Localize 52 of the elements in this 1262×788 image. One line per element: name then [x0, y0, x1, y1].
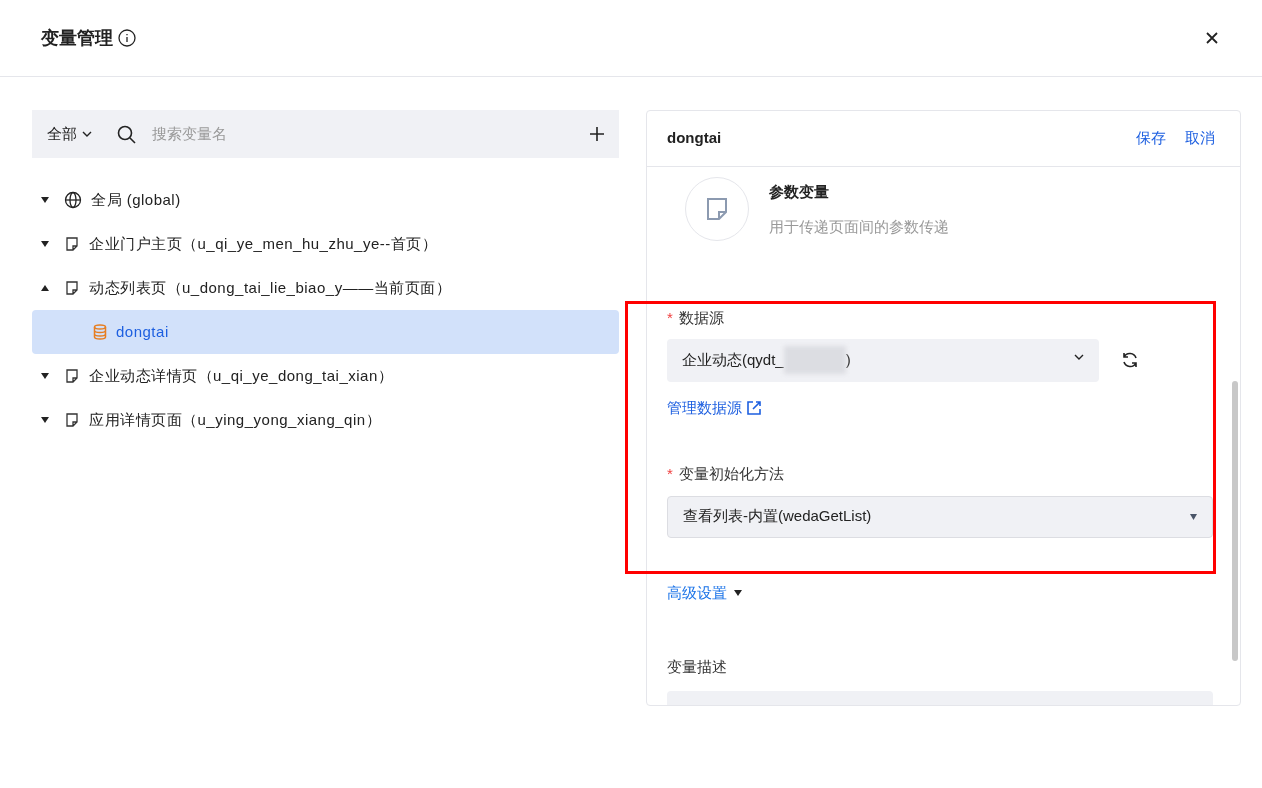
page-icon — [64, 368, 80, 384]
manage-datasource-link[interactable]: 管理数据源 — [667, 396, 762, 419]
type-description: 用于传递页面间的参数传递 — [769, 216, 949, 237]
action-link[interactable]: 保存 — [1136, 127, 1166, 150]
tree-item-label: dongtai — [116, 321, 169, 342]
info-icon[interactable] — [118, 29, 136, 47]
search-icon — [117, 124, 136, 144]
search-input[interactable]: 搜索变量名 — [152, 122, 590, 146]
caret-down-icon[interactable] — [41, 417, 49, 423]
tree-item[interactable]: 动态列表页（u_dong_tai_lie_biao_y——当前页面） — [32, 266, 619, 310]
page-icon — [64, 412, 80, 428]
tree-item-label: 动态列表页（u_dong_tai_lie_biao_y——当前页面） — [89, 277, 452, 298]
tree-item[interactable]: 全局 (global) — [32, 178, 619, 222]
caret-down-icon[interactable] — [41, 373, 49, 379]
filter-dropdown[interactable]: 全部 — [47, 122, 92, 146]
close-icon[interactable] — [1206, 32, 1218, 44]
tree-item[interactable]: 应用详情页面（u_ying_yong_xiang_qin） — [32, 398, 619, 442]
caret-down-icon — [734, 589, 742, 596]
caret-down-icon[interactable] — [41, 241, 49, 247]
refresh-icon[interactable] — [1121, 351, 1139, 369]
action-link[interactable]: 取消 — [1185, 127, 1215, 150]
database-icon — [93, 324, 107, 340]
type-title: 参数变量 — [769, 182, 830, 202]
caret-down-icon[interactable] — [41, 197, 49, 203]
scrollbar-thumb[interactable] — [1232, 381, 1238, 661]
external-link-icon — [746, 399, 762, 416]
required-mark: * — [667, 465, 673, 482]
tree-item[interactable]: 企业门户主页（u_qi_ye_men_hu_zhu_ye--首页） — [32, 222, 619, 266]
field-label: 变量初始化方法 — [678, 465, 784, 482]
init-method-select[interactable]: 查看列表-内置(wedaGetList) — [667, 495, 1213, 538]
add-icon[interactable] — [590, 127, 604, 141]
variable-name: dongtai — [667, 128, 722, 149]
advanced-settings-toggle[interactable]: 高级设置 — [667, 581, 742, 604]
page-icon — [64, 280, 80, 296]
caret-up-icon[interactable] — [41, 285, 49, 291]
caret-down-icon — [1190, 513, 1197, 520]
page-icon — [64, 236, 80, 252]
tree-item-label: 企业动态详情页（u_qi_ye_dong_tai_xian） — [89, 365, 394, 386]
tree-item[interactable]: 企业动态详情页（u_qi_ye_dong_tai_xian） — [32, 354, 619, 398]
required-mark: * — [667, 309, 673, 326]
chevron-down-icon — [1074, 354, 1084, 360]
field-label: 数据源 — [678, 309, 724, 326]
page-icon — [706, 197, 728, 221]
tree-item-label: 应用详情页面（u_ying_yong_xiang_qin） — [89, 409, 382, 430]
field-label: 变量描述 — [667, 657, 728, 677]
tree-item-label: 全局 (global) — [91, 189, 181, 210]
dialog-title: 变量管理 — [41, 26, 113, 50]
tree-item[interactable]: dongtai — [32, 310, 619, 354]
datasource-select[interactable]: 企业动态(qydt_ ) — [667, 338, 1099, 382]
chevron-down-icon — [82, 131, 92, 137]
globe-icon — [64, 191, 82, 209]
tree-item-label: 企业门户主页（u_qi_ye_men_hu_zhu_ye--首页） — [89, 233, 438, 254]
